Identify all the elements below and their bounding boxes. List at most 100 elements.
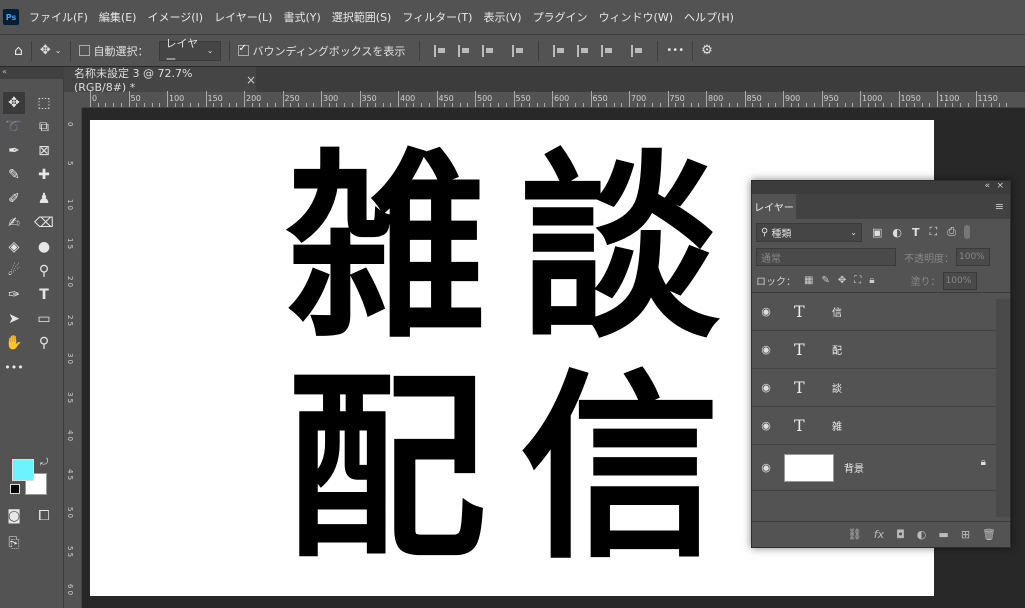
rectangle-tool-icon[interactable]: ▭ (33, 308, 55, 330)
more-tools-icon[interactable]: ••• (3, 356, 25, 378)
dodge-tool-icon[interactable]: ☄ (3, 260, 25, 282)
photoshop-logo-icon[interactable]: Ps (3, 9, 19, 25)
menu-help[interactable]: ヘルプ(H) (684, 9, 734, 25)
blur-tool-icon[interactable]: ● (33, 236, 55, 258)
type-tool-icon[interactable]: T (33, 284, 55, 306)
fill-input[interactable]: 100% (942, 271, 977, 290)
chevron-down-icon[interactable]: ⌄ (55, 46, 62, 55)
filter-type-icon[interactable]: T (912, 226, 920, 239)
auto-select-checkbox[interactable] (78, 45, 90, 56)
filter-kind-dropdown[interactable]: ⚲ 種類 ⌄ (756, 222, 862, 242)
layer-row[interactable]: ◉ T 配 (752, 331, 996, 369)
move-tool-icon[interactable]: ✥ (40, 43, 51, 58)
menu-window[interactable]: ウィンドウ(W) (599, 9, 673, 25)
trash-icon[interactable]: 🗑︎ (982, 528, 996, 541)
crop-tool-icon[interactable]: ✒ (3, 140, 25, 162)
menu-filter[interactable]: フィルター(T) (402, 9, 472, 25)
blend-mode-dropdown[interactable]: 通常 (756, 248, 896, 266)
path-select-tool-icon[interactable]: ➤ (3, 308, 25, 330)
distribute-vertical-icon[interactable] (512, 44, 524, 57)
eraser-tool-icon[interactable]: ⌫ (33, 212, 55, 234)
menu-type[interactable]: 書式(Y) (283, 9, 320, 25)
panel-scrollbar[interactable] (996, 299, 1010, 517)
eye-icon[interactable]: ◉ (752, 461, 780, 474)
close-icon[interactable]: × (246, 73, 256, 87)
align-bottom-icon[interactable] (601, 44, 613, 57)
stamp-tool-icon[interactable]: ♟ (33, 188, 55, 210)
new-layer-icon[interactable]: ⊞ (961, 528, 970, 541)
lock-transparent-icon[interactable]: ▦ (804, 275, 813, 286)
align-top-icon[interactable] (553, 44, 565, 57)
brush-tool-icon[interactable]: ✐ (3, 188, 25, 210)
menu-image[interactable]: イメージ(I) (147, 9, 203, 25)
menu-select[interactable]: 選択範囲(S) (332, 9, 392, 25)
align-center-icon[interactable] (458, 44, 470, 57)
hand-tool-icon[interactable]: ✋ (3, 332, 25, 354)
eyedropper-tool-icon[interactable]: ✎ (3, 164, 25, 186)
object-select-tool-icon[interactable]: ⧉ (33, 116, 55, 138)
fx-icon[interactable]: fx (874, 528, 884, 541)
layer-row[interactable]: ◉ T 談 (752, 369, 996, 407)
close-icon[interactable]: × (996, 181, 1004, 191)
align-left-icon[interactable] (434, 44, 446, 57)
menu-view[interactable]: 表示(V) (483, 9, 521, 25)
frame-tool-icon[interactable]: ⊠ (33, 140, 55, 162)
zoom-tool-icon[interactable]: ⚲ (33, 332, 55, 354)
tools-collapse[interactable]: « (0, 67, 64, 79)
lock-artboard-icon[interactable]: ⛶ (854, 275, 861, 286)
filter-adjustment-icon[interactable]: ◐ (892, 226, 902, 239)
more-options-icon[interactable]: ••• (666, 45, 684, 56)
horizontal-ruler[interactable]: 0 50 100 150 200 250 300 350 400 450 500 550 600 650 7… (82, 91, 1025, 108)
healing-brush-tool-icon[interactable]: ✚ (33, 164, 55, 186)
eye-icon[interactable]: ◉ (752, 419, 780, 432)
layer-row-background[interactable]: ◉ 背景 🔒︎ (752, 445, 996, 491)
folder-icon[interactable]: ▬ (938, 528, 948, 541)
history-brush-tool-icon[interactable]: ✍ (3, 212, 25, 234)
foreground-color-swatch[interactable] (12, 459, 34, 481)
layer-row[interactable]: ◉ T 信 (752, 293, 996, 331)
tab-layers[interactable]: レイヤー (752, 194, 796, 219)
menu-plugins[interactable]: プラグイン (533, 9, 588, 25)
menu-edit[interactable]: 編集(E) (99, 9, 137, 25)
eye-icon[interactable]: ◉ (752, 343, 780, 356)
adjustment-icon[interactable]: ◐ (917, 528, 927, 541)
filter-toggle[interactable] (964, 225, 971, 239)
gear-icon[interactable]: ⚙ (701, 43, 713, 58)
sponge-tool-icon[interactable]: ⚲ (33, 260, 55, 282)
align-right-icon[interactable] (482, 44, 494, 57)
artboard-icon[interactable]: ⎘ (3, 532, 25, 554)
lock-all-icon[interactable]: 🔒︎ (869, 275, 874, 286)
menu-file[interactable]: ファイル(F) (29, 9, 88, 25)
panel-menu-icon[interactable]: ≡ (995, 200, 1004, 213)
home-icon[interactable]: ⌂ (14, 43, 23, 59)
filter-pixel-icon[interactable]: ▣ (872, 226, 882, 239)
menu-layer[interactable]: レイヤー(L) (214, 9, 272, 25)
filter-smart-object-icon[interactable]: ⎙ (947, 225, 956, 239)
mask-icon[interactable]: ◘ (896, 528, 905, 541)
quick-mask-mode-icon[interactable]: ◙ (3, 505, 25, 527)
auto-select-target-dropdown[interactable]: レイヤー ⌄ (158, 37, 221, 66)
default-colors-icon[interactable] (10, 484, 20, 494)
document-tab[interactable]: 名称未設定 3 @ 72.7% (RGB/8#) * × (64, 67, 256, 94)
layer-row[interactable]: ◉ T 雑 (752, 407, 996, 445)
eye-icon[interactable]: ◉ (752, 305, 780, 318)
align-middle-icon[interactable] (577, 44, 589, 57)
eye-icon[interactable]: ◉ (752, 381, 780, 394)
quick-mask-icon[interactable] (3, 427, 25, 449)
distribute-horizontal-icon[interactable] (631, 44, 643, 57)
filter-shape-icon[interactable]: ⛶ (930, 225, 938, 239)
lock-image-icon[interactable]: ✎ (821, 275, 829, 286)
screen-mode-icon[interactable]: ⧠ (33, 505, 55, 527)
lock-position-icon[interactable]: ✥ (838, 275, 846, 286)
opacity-input[interactable]: 100% (956, 248, 990, 266)
lasso-tool-icon[interactable]: ➰ (3, 116, 25, 138)
marquee-tool-icon[interactable]: ⬚ (33, 92, 55, 114)
paint-bucket-tool-icon[interactable]: ◈ (3, 236, 25, 258)
pen-tool-icon[interactable]: ✑ (3, 284, 25, 306)
link-icon[interactable]: ⛓ (848, 528, 862, 541)
swap-colors-icon[interactable]: ⤾ (40, 457, 48, 468)
vertical-ruler[interactable]: 0 5 1 0 1 5 2 0 2 5 3 0 3 5 4 0 4 5 5 0 5 5 6 0 (64, 108, 82, 608)
bounding-box-checkbox[interactable] (237, 43, 249, 56)
move-tool-icon[interactable]: ✥ (3, 92, 25, 114)
collapse-panel-icon[interactable]: « (984, 181, 990, 191)
